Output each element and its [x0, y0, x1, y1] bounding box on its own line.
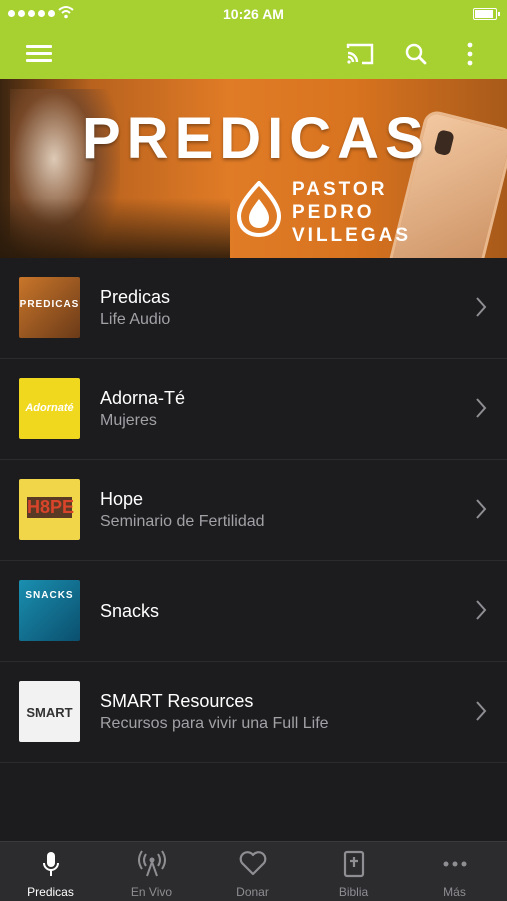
cast-icon — [346, 43, 374, 64]
search-button[interactable] — [396, 28, 436, 79]
app-header: 10:26 AM — [0, 0, 507, 79]
chevron-right-icon — [476, 701, 487, 721]
tab-mas[interactable]: Más — [404, 842, 505, 901]
list-item-title: Hope — [100, 489, 144, 509]
list-item-subtitle: Seminario de Fertilidad — [100, 513, 265, 530]
list-item[interactable]: SMART SMART Resources Recursos para vivi… — [0, 662, 507, 763]
bible-icon — [343, 850, 364, 878]
list-item-thumbnail: H8PE — [19, 479, 80, 540]
cast-button[interactable] — [340, 28, 380, 79]
tab-biblia[interactable]: Biblia — [303, 842, 404, 901]
list-item[interactable]: PREDICAS Predicas Life Audio — [0, 258, 507, 359]
ellipsis-icon — [443, 861, 466, 867]
list-item-title: SMART Resources — [100, 691, 254, 711]
tab-label: En Vivo — [130, 885, 173, 899]
tab-en-vivo[interactable]: En Vivo — [101, 842, 202, 901]
tab-donar[interactable]: Donar — [202, 842, 303, 901]
battery-icon — [473, 8, 500, 20]
list-item[interactable]: H8PE Hope Seminario de Fertilidad — [0, 460, 507, 561]
more-options-button[interactable] — [450, 28, 490, 79]
menu-button[interactable] — [18, 28, 58, 79]
list-item-thumbnail: PREDICAS — [19, 277, 80, 338]
list-item-subtitle: Mujeres — [100, 412, 157, 429]
list-item-thumbnail: SMART — [19, 681, 80, 742]
banner-title: PREDICAS — [82, 106, 430, 171]
broadcast-icon — [137, 850, 166, 877]
tab-predicas[interactable]: Predicas — [0, 842, 101, 901]
chevron-right-icon — [476, 499, 487, 519]
status-time: 10:26 AM — [223, 6, 284, 22]
list-item[interactable]: SNACKS Snacks — [0, 561, 507, 662]
tab-label: Más — [443, 885, 466, 899]
list-item-title: Snacks — [100, 601, 160, 621]
flame-logo-icon — [236, 181, 282, 237]
list-item-subtitle: Life Audio — [100, 311, 171, 328]
hero-banner: PREDICAS PASTOR PEDRO VILLEGAS — [0, 79, 507, 258]
tab-label: Biblia — [338, 885, 369, 899]
chevron-right-icon — [476, 398, 487, 418]
list-item[interactable]: Adornaté Adorna-Té Mujeres — [0, 359, 507, 460]
tab-label: Predicas — [27, 885, 74, 899]
more-vertical-icon — [467, 42, 473, 65]
menu-icon — [26, 45, 52, 48]
list-item-subtitle: Recursos para vivir una Full Life — [100, 715, 329, 732]
chevron-right-icon — [476, 297, 487, 317]
tab-label: Donar — [236, 885, 269, 899]
list-item-title: Adorna-Té — [100, 388, 186, 408]
navigation-bar — [0, 28, 507, 79]
status-bar: 10:26 AM — [0, 0, 507, 28]
list-item-thumbnail: Adornaté — [19, 378, 80, 439]
search-icon — [405, 43, 427, 64]
list-item-title: Predicas — [100, 287, 171, 307]
tab-bar: Predicas En Vivo Donar Biblia Más — [0, 841, 507, 901]
microphone-icon — [42, 852, 59, 876]
podcast-list: PREDICAS Predicas Life Audio Adornaté Ad… — [0, 258, 507, 763]
heart-icon — [239, 851, 266, 876]
chevron-right-icon — [476, 600, 487, 620]
list-item-thumbnail: SNACKS — [19, 580, 80, 641]
banner-subtitle: PASTOR PEDRO VILLEGAS — [292, 179, 412, 246]
